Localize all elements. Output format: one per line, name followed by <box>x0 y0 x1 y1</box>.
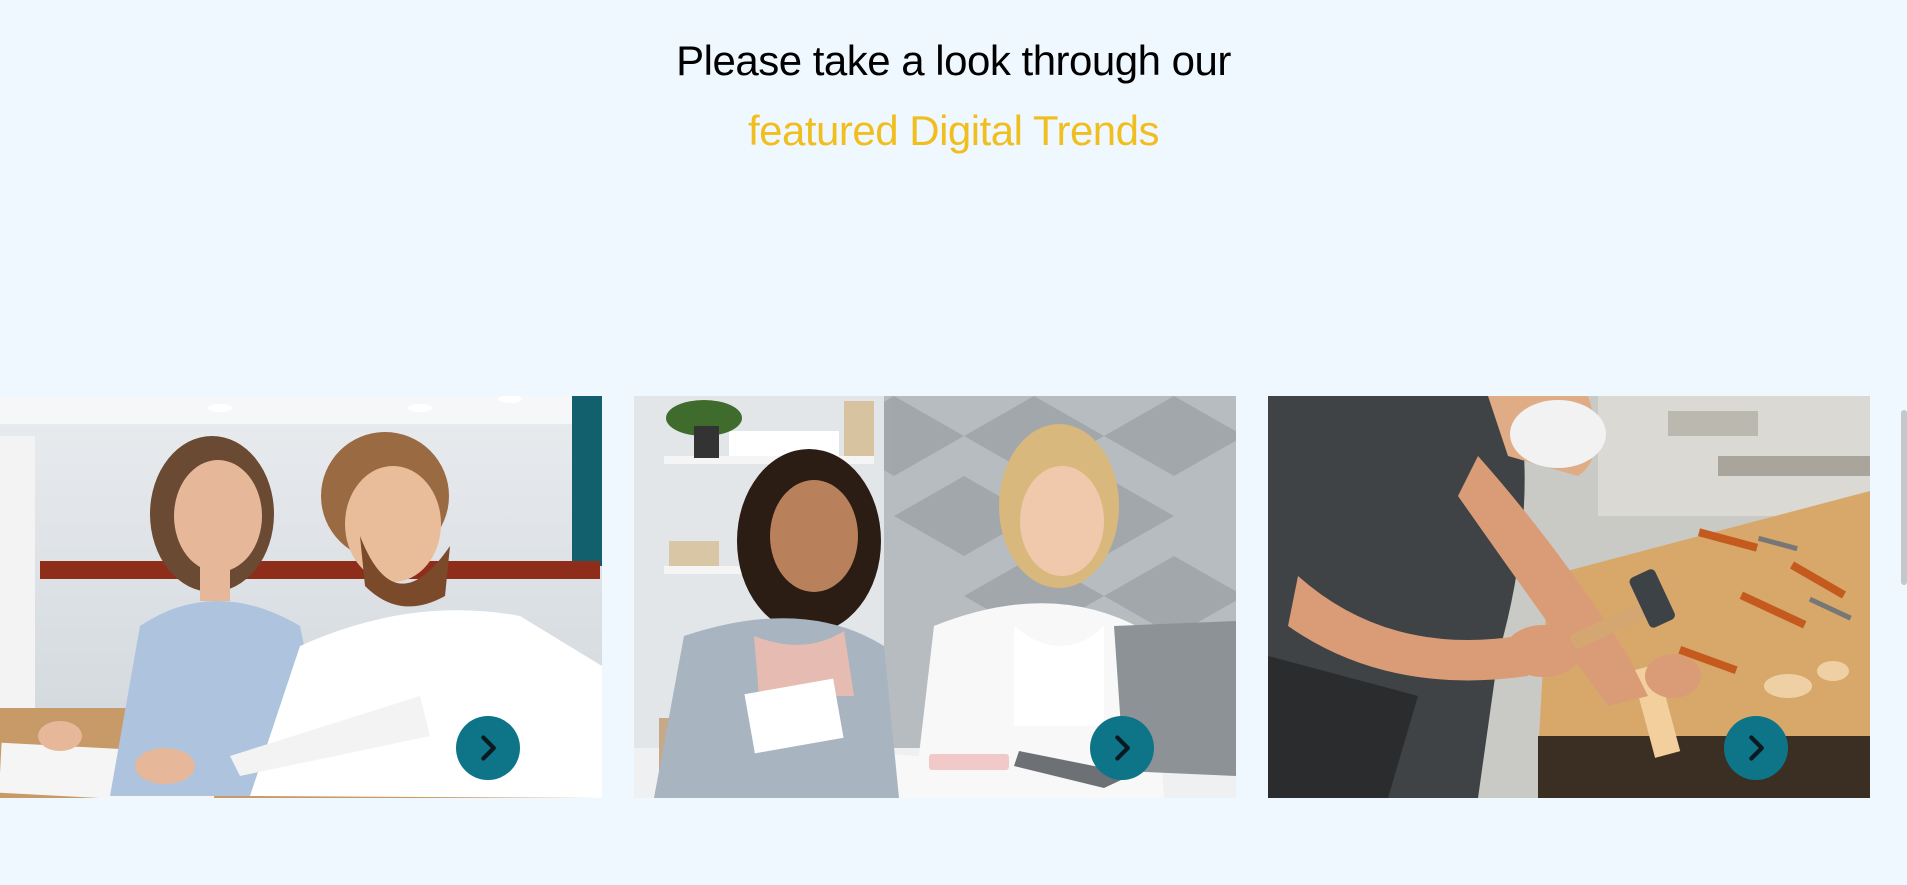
trend-card-carpenter[interactable] <box>1268 396 1870 798</box>
heading-highlight: featured Digital Trends <box>747 107 1160 154</box>
card-next-button[interactable] <box>1090 716 1154 780</box>
card-next-button[interactable] <box>456 716 520 780</box>
chevron-right-icon <box>1749 735 1764 761</box>
heading-title: Please take a look through our <box>676 37 1231 84</box>
trend-card-women-laptop[interactable] <box>634 396 1236 798</box>
page-scrollbar-thumb[interactable] <box>1901 410 1907 585</box>
chevron-right-icon <box>1115 735 1130 761</box>
trends-card-row <box>0 396 1907 798</box>
chevron-right-icon <box>481 735 496 761</box>
trend-card-office-colleagues[interactable] <box>0 396 602 798</box>
card-next-button[interactable] <box>1724 716 1788 780</box>
